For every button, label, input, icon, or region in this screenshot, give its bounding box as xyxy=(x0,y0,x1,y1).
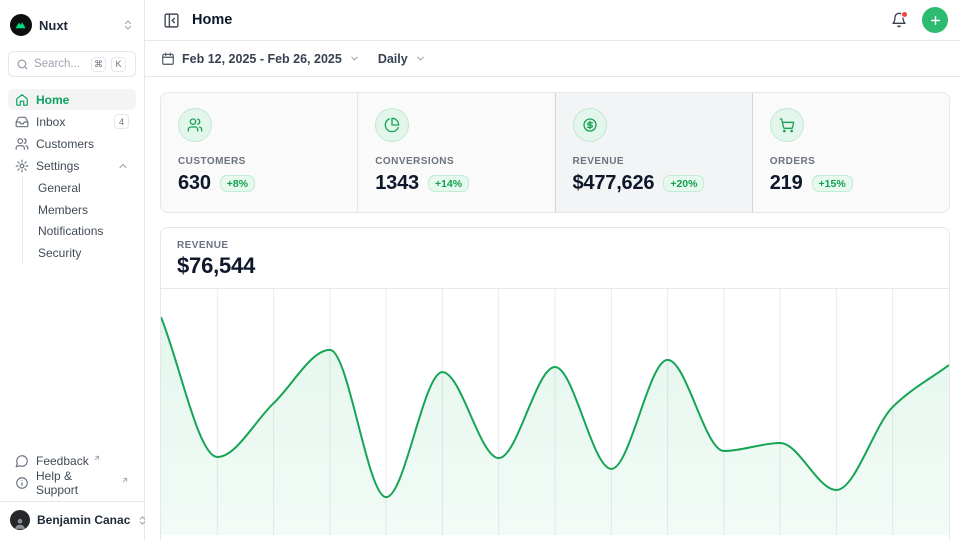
inbox-count-badge: 4 xyxy=(114,114,129,129)
settings-subnav: General Members Notifications Security xyxy=(22,177,136,263)
inbox-icon xyxy=(15,115,29,129)
search-icon xyxy=(16,58,29,71)
workspace-name: Nuxt xyxy=(39,18,115,33)
chart-x-axis: 14 Feb16 Feb18 Feb20 Feb22 Feb24 Feb xyxy=(161,535,949,540)
content-area: CUSTOMERS 630 +8% CONVERSIONS 1343 +14% xyxy=(145,77,960,540)
stat-value: $477,626 xyxy=(573,172,655,195)
chart-pie-icon xyxy=(375,108,409,142)
sidebar-nav: Home Inbox 4 Customers Settings xyxy=(8,89,136,263)
notification-dot xyxy=(901,11,908,18)
kbd-k: K xyxy=(111,57,126,72)
stat-value: 219 xyxy=(770,172,803,195)
search-input[interactable]: ⌘ K xyxy=(8,51,136,77)
help-support-label: Help & Support xyxy=(36,469,117,497)
search-field[interactable] xyxy=(34,58,86,70)
stat-value: 630 xyxy=(178,172,211,195)
chevron-updown-icon xyxy=(122,19,134,31)
sidebar-item-label: Inbox xyxy=(36,115,107,129)
sidebar-item-members[interactable]: Members xyxy=(34,199,136,221)
avatar xyxy=(10,510,30,530)
circle-dollar-icon xyxy=(573,108,607,142)
user-menu[interactable]: Benjamin Canac xyxy=(0,501,144,532)
granularity-select[interactable]: Daily xyxy=(378,52,426,66)
chevron-down-icon xyxy=(349,53,360,64)
users-icon xyxy=(15,137,29,151)
sidebar-item-notifications[interactable]: Notifications xyxy=(34,220,136,242)
granularity-label: Daily xyxy=(378,52,408,66)
stat-value: 1343 xyxy=(375,172,419,195)
sidebar-item-home[interactable]: Home xyxy=(8,89,136,110)
sidebar-item-customers[interactable]: Customers xyxy=(8,133,136,154)
home-icon xyxy=(15,93,29,107)
collapse-sidebar-button[interactable] xyxy=(159,8,183,32)
date-range-button[interactable]: Feb 12, 2025 - Feb 26, 2025 xyxy=(161,52,360,66)
page-title: Home xyxy=(192,12,882,28)
chevron-down-icon xyxy=(415,53,426,64)
stat-delta-badge: +8% xyxy=(220,175,255,192)
users-icon xyxy=(178,108,212,142)
gear-icon xyxy=(15,159,29,173)
stat-delta-badge: +14% xyxy=(428,175,469,192)
app-window: Nuxt ⌘ K Home Inb xyxy=(0,0,960,540)
stat-card-conversions[interactable]: CONVERSIONS 1343 +14% xyxy=(358,93,554,212)
stat-label: CUSTOMERS xyxy=(178,156,340,167)
chart-metric-label: REVENUE xyxy=(177,240,933,251)
sidebar-item-label: Settings xyxy=(36,159,110,173)
chart-metric-value: $76,544 xyxy=(177,253,933,279)
shopping-cart-icon xyxy=(770,108,804,142)
revenue-chart-card: REVENUE $76,544 14 Feb16 Feb18 Feb20 Feb… xyxy=(160,227,950,540)
sidebar-item-security[interactable]: Security xyxy=(34,242,136,264)
main-panel: Home Feb 12, 2025 - Feb 26, 2025 Daily xyxy=(145,0,960,540)
external-link-icon xyxy=(121,476,129,484)
sidebar-item-settings[interactable]: Settings xyxy=(8,155,136,176)
page-header: Home xyxy=(145,0,960,41)
external-link-icon xyxy=(93,454,101,462)
info-circle-icon xyxy=(15,476,29,490)
sidebar-item-label: Home xyxy=(36,93,129,107)
chevron-up-icon xyxy=(117,160,129,172)
add-button[interactable] xyxy=(922,7,948,33)
stat-card-orders[interactable]: ORDERS 219 +15% xyxy=(753,93,949,212)
user-name: Benjamin Canac xyxy=(37,513,130,527)
sidebar: Nuxt ⌘ K Home Inb xyxy=(0,0,145,540)
stat-card-customers[interactable]: CUSTOMERS 630 +8% xyxy=(161,93,357,212)
stat-delta-badge: +15% xyxy=(812,175,853,192)
stat-label: ORDERS xyxy=(770,156,932,167)
sidebar-spacer xyxy=(8,263,136,450)
workspace-switcher[interactable]: Nuxt xyxy=(8,8,136,42)
sidebar-item-label: Customers xyxy=(36,137,129,151)
revenue-area-chart[interactable]: 14 Feb16 Feb18 Feb20 Feb22 Feb24 Feb xyxy=(161,288,949,540)
chart-plot[interactable] xyxy=(161,289,949,535)
chart-header: REVENUE $76,544 xyxy=(161,228,949,288)
filters-toolbar: Feb 12, 2025 - Feb 26, 2025 Daily xyxy=(145,41,960,77)
notifications-button[interactable] xyxy=(891,12,907,28)
stat-label: REVENUE xyxy=(573,156,735,167)
message-circle-icon xyxy=(15,454,29,468)
help-support-link[interactable]: Help & Support xyxy=(8,472,136,494)
feedback-label: Feedback xyxy=(36,454,89,468)
stats-row: CUSTOMERS 630 +8% CONVERSIONS 1343 +14% xyxy=(160,92,950,213)
stat-card-revenue[interactable]: REVENUE $477,626 +20% xyxy=(556,93,752,212)
sidebar-item-inbox[interactable]: Inbox 4 xyxy=(8,111,136,132)
kbd-meta: ⌘ xyxy=(91,57,106,72)
date-range-label: Feb 12, 2025 - Feb 26, 2025 xyxy=(182,52,342,66)
sidebar-item-general[interactable]: General xyxy=(34,177,136,199)
stat-label: CONVERSIONS xyxy=(375,156,537,167)
calendar-icon xyxy=(161,52,175,66)
nuxt-logo-icon xyxy=(10,14,32,36)
stat-delta-badge: +20% xyxy=(663,175,704,192)
